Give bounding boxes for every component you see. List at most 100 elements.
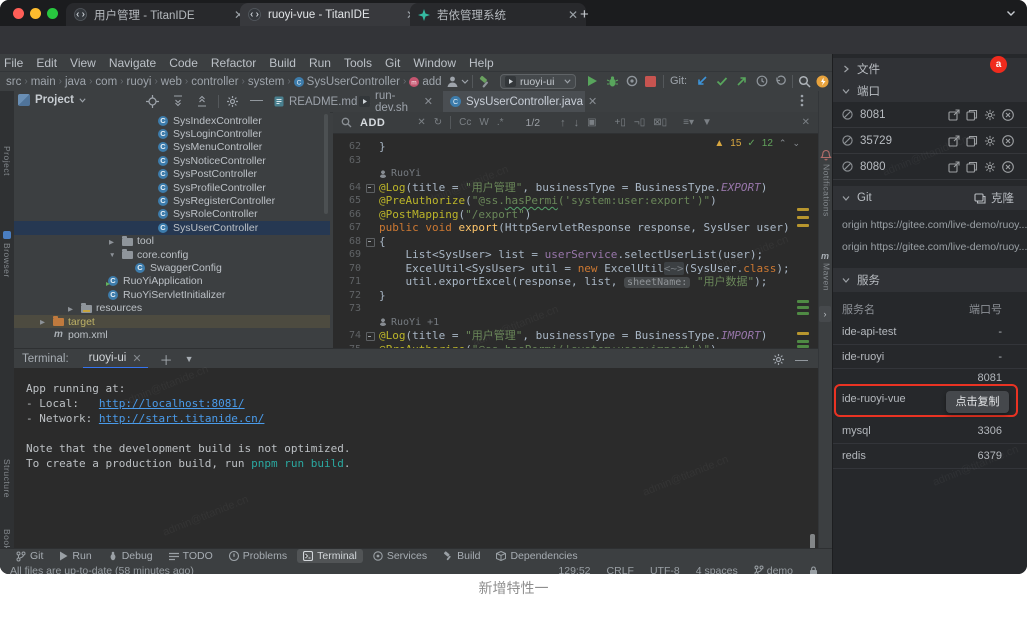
open-in-browser-icon[interactable] [948, 109, 960, 121]
service-row-mysql[interactable]: mysql3306 [833, 419, 1027, 444]
gear-icon[interactable] [984, 109, 996, 121]
menu-item-file[interactable]: File [4, 56, 23, 71]
author-annotation[interactable]: RuoYi [379, 167, 421, 181]
fold-marker-icon[interactable] [366, 184, 375, 193]
coverage-button[interactable] [626, 75, 638, 87]
tree-item-syspostcontroller[interactable]: CSysPostController [14, 168, 330, 181]
menu-item-edit[interactable]: Edit [36, 56, 57, 71]
status-item-3[interactable]: 4 spaces [696, 565, 738, 574]
rollback-icon[interactable] [774, 75, 786, 87]
tree-item-sysusercontroller[interactable]: CSysUserController [14, 221, 330, 234]
breadcrumb-item[interactable]: web [161, 76, 182, 88]
search-filter-icon[interactable]: ▼ [702, 117, 712, 128]
tab-close-icon[interactable]: ✕ [568, 8, 578, 22]
git-remote-row[interactable]: origin https://gitee.com/live-demo/ruoy.… [842, 219, 1027, 231]
close-circle-icon[interactable] [1002, 135, 1014, 147]
breadcrumb-item[interactable]: CSysUserController [294, 76, 400, 88]
hide-panel-icon[interactable]: — [250, 92, 263, 107]
menu-item-git[interactable]: Git [385, 56, 400, 71]
minimize-window-button[interactable] [30, 8, 41, 19]
tree-item-core-config[interactable]: ▼core.config [14, 248, 330, 261]
browser-tab[interactable]: 用户管理 - TitanIDE✕ [66, 3, 252, 26]
gear-icon[interactable] [984, 161, 996, 173]
run-configuration-select[interactable]: ruoyi-ui [500, 74, 576, 89]
select-all-matches-icon[interactable]: ▣ [587, 117, 596, 128]
section-services[interactable]: 服务 [833, 268, 1027, 292]
tool-button-services[interactable]: Services [367, 549, 433, 563]
expand-all-icon[interactable] [172, 95, 184, 107]
editor-tab-close-icon[interactable]: ✕ [588, 95, 597, 108]
close-circle-icon[interactable] [1002, 109, 1014, 121]
service-row-ide-ruoyi[interactable]: ide-ruoyi- [833, 345, 1027, 369]
orange-circle-icon[interactable] [816, 75, 829, 88]
tree-item-sysprofilecontroller[interactable]: CSysProfileController [14, 181, 330, 194]
add-selection-icon[interactable]: +▯ [615, 117, 626, 128]
git-remote-row[interactable]: origin https://gitee.com/live-demo/ruoy.… [842, 241, 1027, 253]
build-hammer-icon[interactable] [478, 75, 492, 89]
tree-item-ruoyiapplication[interactable]: CRuoYiApplication [14, 275, 330, 288]
git-commit-button[interactable] [716, 75, 728, 87]
tab-search-chevron-icon[interactable] [1006, 9, 1016, 17]
browser-tab[interactable]: 若依管理系统✕ [410, 3, 586, 26]
copy-icon[interactable] [966, 161, 978, 173]
menu-item-run[interactable]: Run [309, 56, 331, 71]
stripe-maven-button[interactable]: Maven [822, 263, 832, 291]
terminal-link[interactable]: http://start.titanide.cn/ [99, 412, 265, 425]
tree-item-sysrolecontroller[interactable]: CSysRoleController [14, 208, 330, 221]
regex-toggle[interactable]: .* [497, 117, 504, 128]
panel-settings-gear-icon[interactable] [226, 95, 239, 108]
editor-tab[interactable]: README.md✕ [267, 91, 349, 112]
stripe-browser-button[interactable]: Browser [2, 243, 12, 278]
breadcrumb-item[interactable]: system [248, 76, 284, 88]
tree-item-syslogincontroller[interactable]: CSysLoginController [14, 127, 330, 140]
profile-chevron-icon[interactable] [461, 79, 469, 85]
tool-button-todo[interactable]: TODO [163, 549, 219, 563]
service-row-redis[interactable]: redis6379 [833, 444, 1027, 469]
terminal-dropdown-icon[interactable]: ▼ [185, 354, 194, 364]
close-window-button[interactable] [13, 8, 24, 19]
copy-icon[interactable] [966, 135, 978, 147]
terminal-tab[interactable]: ruoyi-ui ✕ [83, 349, 148, 369]
status-lock-icon[interactable] [809, 566, 818, 574]
status-item-2[interactable]: UTF-8 [650, 565, 680, 574]
tool-button-git[interactable]: Git [10, 549, 49, 563]
browser-tab[interactable]: ruoyi-vue - TitanIDE✕ [240, 3, 424, 26]
open-in-browser-icon[interactable] [948, 135, 960, 147]
author-annotation[interactable]: RuoYi +1 [379, 316, 439, 330]
breadcrumb-item[interactable]: com [95, 76, 117, 88]
filter-results-icon[interactable]: ¬▯ [634, 117, 645, 128]
tree-item-sysindexcontroller[interactable]: CSysIndexController [14, 114, 330, 127]
close-circle-icon[interactable] [1002, 161, 1014, 173]
menu-item-tools[interactable]: Tools [344, 56, 372, 71]
menu-item-refactor[interactable]: Refactor [211, 56, 256, 71]
in-selection-icon[interactable]: ⊠▯ [653, 117, 667, 128]
status-item-1[interactable]: CRLF [607, 565, 634, 574]
section-git[interactable]: Git 克隆 [833, 186, 1027, 210]
tool-button-run[interactable]: Run [53, 549, 97, 563]
collapse-all-icon[interactable] [196, 95, 208, 107]
fold-marker-icon[interactable] [366, 332, 375, 341]
tree-item-resources[interactable]: ▶resources [14, 302, 330, 315]
browser-tool-icon[interactable] [3, 231, 11, 239]
tree-chevron-icon[interactable]: ▶ [68, 306, 73, 314]
terminal-link[interactable]: http://localhost:8081/ [99, 397, 245, 410]
locate-file-icon[interactable] [146, 95, 159, 108]
copy-icon[interactable] [966, 109, 978, 121]
project-panel-header[interactable]: Project [18, 94, 86, 106]
tree-item-ruoyiservletinitializer[interactable]: CRuoYiServletInitializer [14, 288, 330, 301]
tool-button-build[interactable]: Build [437, 549, 486, 563]
terminal-output[interactable]: App running at:- Local: http://localhost… [14, 368, 818, 548]
zoom-window-button[interactable] [47, 8, 58, 19]
expand-panel-arrow[interactable]: › [819, 306, 831, 322]
tree-chevron-icon[interactable]: ▼ [109, 252, 115, 260]
profile-icon[interactable] [446, 75, 459, 88]
git-update-button[interactable] [696, 75, 708, 87]
menu-item-navigate[interactable]: Navigate [109, 56, 156, 71]
editor-options-dots-icon[interactable] [800, 94, 804, 107]
next-match-icon[interactable]: ↓ [574, 117, 580, 129]
terminal-settings-gear-icon[interactable] [772, 353, 785, 366]
stripe-project-button[interactable]: Project [2, 146, 12, 176]
tree-item-sysregistercontroller[interactable]: CSysRegisterController [14, 194, 330, 207]
menu-item-window[interactable]: Window [413, 56, 456, 71]
service-row-ide-api-test[interactable]: ide-api-test- [833, 320, 1027, 345]
